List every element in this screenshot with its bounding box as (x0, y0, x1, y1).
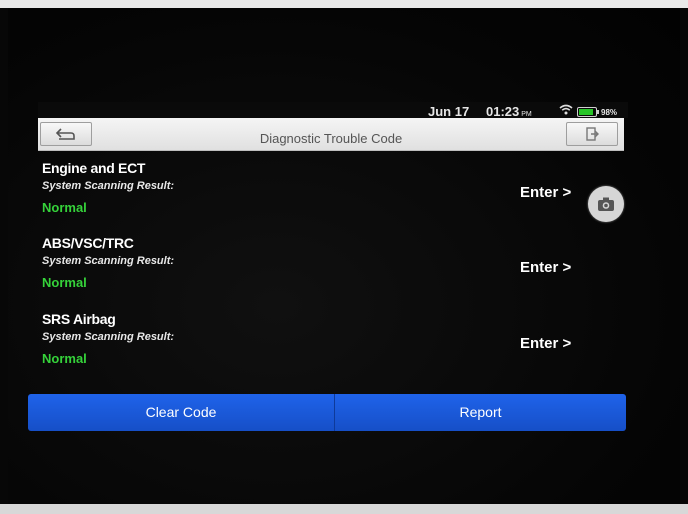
status-ampm: PM (521, 111, 532, 118)
system-result-label: System Scanning Result: (42, 331, 175, 343)
status-time-value: 01:23 (486, 104, 520, 119)
camera-icon (598, 197, 614, 211)
exit-button[interactable] (566, 122, 618, 146)
system-row-abs: ABS/VSC/TRC System Scanning Result: Norm… (42, 235, 612, 309)
enter-button-abs[interactable]: Enter > (520, 259, 571, 276)
system-name: Engine and ECT (42, 160, 146, 176)
photo-bottom-edge (0, 504, 688, 514)
page-title: Diagnostic Trouble Code (259, 131, 403, 146)
system-name: ABS/VSC/TRC (42, 235, 134, 251)
enter-button-srs[interactable]: Enter > (520, 335, 571, 352)
photo-top-edge (0, 0, 688, 8)
camera-button[interactable] (588, 186, 624, 222)
system-status: Normal (42, 275, 87, 290)
battery-icon (577, 107, 599, 117)
system-status: Normal (42, 351, 87, 366)
status-time: 01:23 PM (486, 104, 532, 119)
system-status: Normal (42, 200, 87, 215)
system-result-label: System Scanning Result: (42, 255, 175, 267)
device-screen: Jun 17 01:23 PM 98% Diagnostic Trouble Co… (28, 102, 628, 447)
exit-icon (586, 127, 599, 141)
bottom-action-bar: Clear Code Report (28, 394, 626, 431)
enter-button-engine[interactable]: Enter > (520, 184, 571, 201)
status-bar: Jun 17 01:23 PM 98% (38, 102, 628, 119)
system-row-srs: SRS Airbag System Scanning Result: Norma… (42, 311, 612, 385)
title-bar: Diagnostic Trouble Code (38, 118, 624, 151)
clear-code-button[interactable]: Clear Code (28, 394, 335, 431)
system-result-label: System Scanning Result: (42, 180, 175, 192)
status-date: Jun 17 (428, 104, 470, 119)
report-button[interactable]: Report (335, 394, 626, 431)
battery-tip (597, 110, 599, 114)
battery-percent: 98% (601, 108, 618, 117)
system-name: SRS Airbag (42, 311, 116, 327)
wifi-icon (559, 104, 573, 118)
battery-fill (579, 109, 593, 115)
system-row-engine: Engine and ECT System Scanning Result: N… (42, 160, 612, 234)
